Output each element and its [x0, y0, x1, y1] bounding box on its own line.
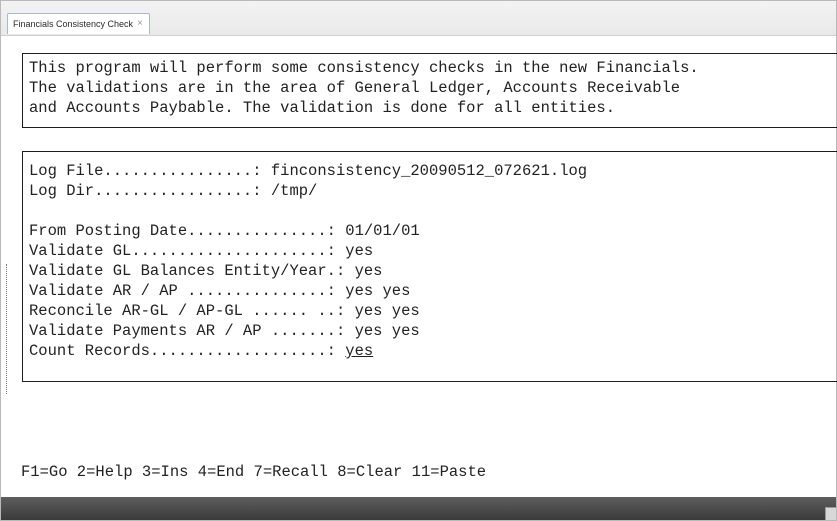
log-dir-label: Log Dir.................: — [29, 182, 271, 200]
log-file-value: finconsistency_20090512_072621.log — [270, 162, 588, 180]
parameters-box: Log File................: finconsistency… — [22, 151, 837, 382]
validate-gl-balances-field[interactable]: yes — [355, 261, 383, 281]
validate-gl-row: Validate GL.....................: yes — [29, 241, 837, 261]
from-posting-date-field[interactable]: 01/01/01 — [345, 221, 419, 241]
reconcile-row: Reconcile AR-GL / AP-GL ...... ..: yes y… — [29, 301, 837, 321]
count-records-row: Count Records...................: yes — [29, 341, 837, 361]
splitter-handle[interactable] — [6, 264, 11, 394]
validate-ar-ap-label: Validate AR / AP ...............: — [29, 282, 346, 300]
intro-line-2: The validations are in the area of Gener… — [29, 79, 681, 97]
tab-financials-consistency-check[interactable]: Financials Consistency Check × — [7, 13, 150, 34]
tab-strip: Financials Consistency Check × — [1, 1, 836, 36]
validate-payments-label: Validate Payments AR / AP .......: — [29, 322, 355, 340]
count-records-label: Count Records...................: — [29, 342, 346, 360]
validate-ar-ap-row: Validate AR / AP ...............: yes ye… — [29, 281, 837, 301]
validate-payments-field[interactable]: yes yes — [355, 321, 420, 341]
from-posting-date-row: From Posting Date...............: 01/01/… — [29, 221, 837, 241]
tab-label: Financials Consistency Check — [13, 19, 134, 29]
validate-gl-balances-label: Validate GL Balances Entity/Year.: — [29, 262, 355, 280]
log-dir-row: Log Dir.................: /tmp/ — [29, 181, 837, 201]
reconcile-field[interactable]: yes yes — [355, 301, 420, 321]
validate-payments-row: Validate Payments AR / AP .......: yes y… — [29, 321, 837, 341]
intro-line-1: This program will perform some consisten… — [29, 59, 699, 77]
log-dir-value: /tmp/ — [270, 182, 318, 200]
validate-ar-ap-field[interactable]: yes yes — [345, 281, 410, 301]
validate-gl-label: Validate GL.....................: — [29, 242, 346, 260]
close-icon[interactable]: × — [137, 19, 143, 29]
validate-gl-balances-row: Validate GL Balances Entity/Year.: yes — [29, 261, 837, 281]
intro-box: This program will perform some consisten… — [22, 53, 837, 128]
validate-gl-field[interactable]: yes — [345, 241, 373, 261]
from-posting-date-label: From Posting Date...............: — [29, 222, 346, 240]
resize-grip-icon[interactable] — [825, 507, 836, 520]
application-window: Financials Consistency Check × This prog… — [0, 0, 837, 521]
count-records-field[interactable]: yes — [345, 341, 373, 361]
reconcile-label: Reconcile AR-GL / AP-GL ...... ..: — [29, 302, 355, 320]
log-file-label: Log File................: — [29, 162, 271, 180]
function-key-bar: F1=Go 2=Help 3=Ins 4=End 7=Recall 8=Clea… — [21, 463, 487, 481]
intro-line-3: and Accounts Paybable. The validation is… — [29, 99, 615, 117]
status-bar — [1, 497, 836, 520]
terminal-screen: This program will perform some consisten… — [1, 36, 837, 497]
log-file-row: Log File................: finconsistency… — [29, 161, 837, 181]
